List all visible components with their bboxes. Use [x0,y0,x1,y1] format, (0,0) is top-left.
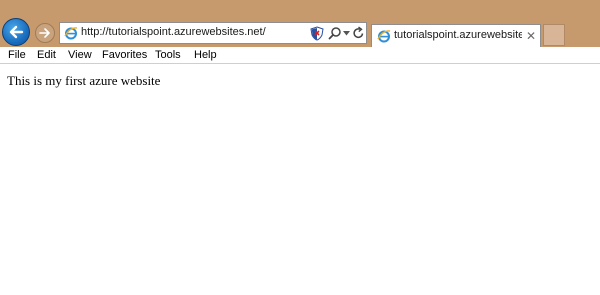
chevron-down-icon[interactable] [343,31,350,36]
menu-tools[interactable]: Tools [155,49,181,61]
menu-favorites[interactable]: Favorites [102,49,147,61]
back-arrow-icon [9,25,24,39]
page-content: This is my first azure website [0,64,600,295]
new-tab-button[interactable] [543,24,565,46]
close-icon[interactable]: ✕ [526,29,536,43]
forward-arrow-icon [39,28,50,38]
menu-file[interactable]: File [8,49,26,61]
back-button[interactable] [2,18,30,46]
menu-help[interactable]: Help [194,49,217,61]
compatibility-shield-icon[interactable] [310,26,324,41]
browser-window: http://tutorialspoint.azurewebsites.net/ [0,0,600,295]
browser-tab[interactable]: tutorialspoint.azurewebsite... ✕ [371,24,541,47]
refresh-icon[interactable] [352,26,365,40]
ie-logo-icon [377,30,391,43]
page-body-text: This is my first azure website [7,73,161,88]
address-url[interactable]: http://tutorialspoint.azurewebsites.net/ [81,26,266,38]
menu-edit[interactable]: Edit [37,49,56,61]
menu-view[interactable]: View [68,49,92,61]
navigation-bar: http://tutorialspoint.azurewebsites.net/ [0,0,600,47]
menu-bar: File Edit View Favorites Tools Help [0,47,600,64]
tab-title: tutorialspoint.azurewebsite... [394,29,522,41]
forward-button[interactable] [35,23,55,43]
ie-logo-icon [64,27,78,40]
search-icon[interactable] [328,26,342,40]
address-bar[interactable]: http://tutorialspoint.azurewebsites.net/ [59,22,367,44]
